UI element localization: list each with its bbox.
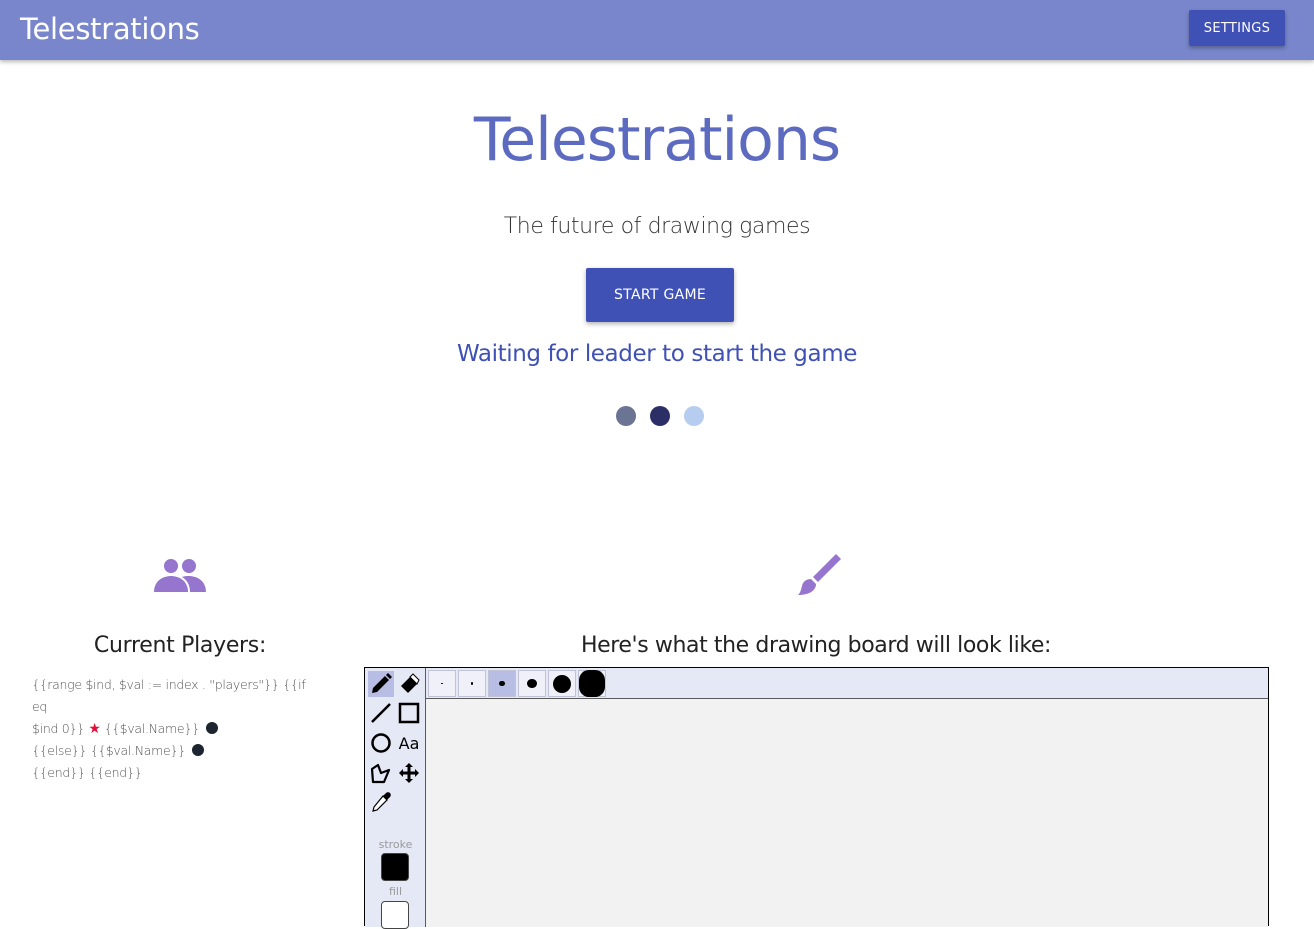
drawing-canvas[interactable] bbox=[426, 699, 1268, 927]
players-heading: Current Players: bbox=[93, 633, 267, 658]
player-status-dot bbox=[206, 722, 219, 734]
brush-size-option[interactable] bbox=[518, 670, 546, 697]
waiting-status: Waiting for leader to start the game bbox=[457, 341, 857, 367]
players-template-text: $ind 0}} bbox=[32, 721, 85, 736]
board-heading: Here's what the drawing board will look … bbox=[580, 633, 1052, 658]
hero-title: Telestrations bbox=[473, 105, 841, 175]
brush-size-option[interactable] bbox=[578, 670, 606, 697]
start-game-button[interactable]: START GAME bbox=[586, 268, 734, 322]
loading-dot-2 bbox=[650, 406, 670, 426]
loading-dot-1 bbox=[616, 406, 636, 426]
brush-size-option[interactable] bbox=[488, 670, 516, 697]
players-template-text: {{$val.Name}} bbox=[104, 721, 200, 736]
line-icon bbox=[371, 703, 391, 723]
leader-star-icon: ★ bbox=[88, 721, 101, 737]
brush-size-option[interactable] bbox=[548, 670, 576, 697]
brush-size-dot bbox=[499, 680, 505, 687]
players-template-line: {{else}} {{$val.Name}} bbox=[32, 740, 322, 762]
brush-icon bbox=[798, 554, 841, 595]
stroke-color-swatch[interactable] bbox=[381, 853, 409, 881]
ellipse-icon bbox=[371, 733, 391, 753]
loading-indicator bbox=[616, 406, 706, 426]
people-icon bbox=[154, 559, 206, 592]
move-icon bbox=[399, 763, 419, 783]
players-template-text: {{else}} {{$val.Name}} bbox=[32, 743, 186, 758]
app-bar: Telestrations SETTINGS bbox=[0, 0, 1314, 60]
brush-size-dot bbox=[527, 678, 537, 689]
pencil-tool[interactable] bbox=[368, 671, 394, 697]
polygon-icon bbox=[370, 763, 391, 784]
brush-size-option[interactable] bbox=[458, 670, 486, 697]
rectangle-icon bbox=[398, 702, 420, 724]
settings-button[interactable]: SETTINGS bbox=[1189, 10, 1285, 46]
brush-size-dot bbox=[441, 682, 443, 685]
stroke-label: stroke bbox=[378, 838, 413, 851]
brush-size-dot bbox=[470, 682, 474, 685]
loading-dot-3 bbox=[684, 406, 704, 426]
tool-panel: Aa stroke fill bbox=[365, 668, 426, 929]
players-template-line: {{range $ind, $val := index . "players"}… bbox=[32, 677, 306, 714]
pencil-icon bbox=[372, 673, 392, 693]
brush-size-option[interactable] bbox=[428, 670, 456, 697]
brush-size-bar bbox=[426, 668, 1268, 699]
ellipse-tool[interactable] bbox=[368, 730, 394, 756]
eyedropper-tool[interactable] bbox=[368, 789, 394, 815]
polygon-tool[interactable] bbox=[368, 760, 394, 786]
fill-label: fill bbox=[388, 885, 403, 898]
text-icon: Aa bbox=[398, 733, 420, 753]
drawing-board: Aa stroke fill bbox=[364, 667, 1269, 929]
eraser-tool[interactable] bbox=[396, 671, 422, 697]
player-status-dot bbox=[192, 744, 205, 756]
rectangle-tool[interactable] bbox=[396, 700, 422, 726]
players-template-line: {{end}} {{end}} bbox=[32, 765, 143, 780]
eraser-icon bbox=[401, 673, 420, 693]
eyedropper-icon bbox=[372, 792, 391, 812]
text-tool[interactable]: Aa bbox=[396, 730, 422, 756]
line-tool[interactable] bbox=[368, 700, 394, 726]
app-title: Telestrations bbox=[20, 12, 200, 46]
fill-color-swatch[interactable] bbox=[381, 901, 409, 929]
hero-subtitle: The future of drawing games bbox=[503, 214, 811, 239]
brush-size-dot bbox=[553, 674, 571, 693]
players-template-line: $ind 0}} ★ {{$val.Name}} bbox=[32, 718, 322, 740]
move-tool[interactable] bbox=[396, 760, 422, 786]
players-list: {{range $ind, $val := index . "players"}… bbox=[32, 674, 322, 784]
brush-size-dot bbox=[579, 670, 605, 697]
